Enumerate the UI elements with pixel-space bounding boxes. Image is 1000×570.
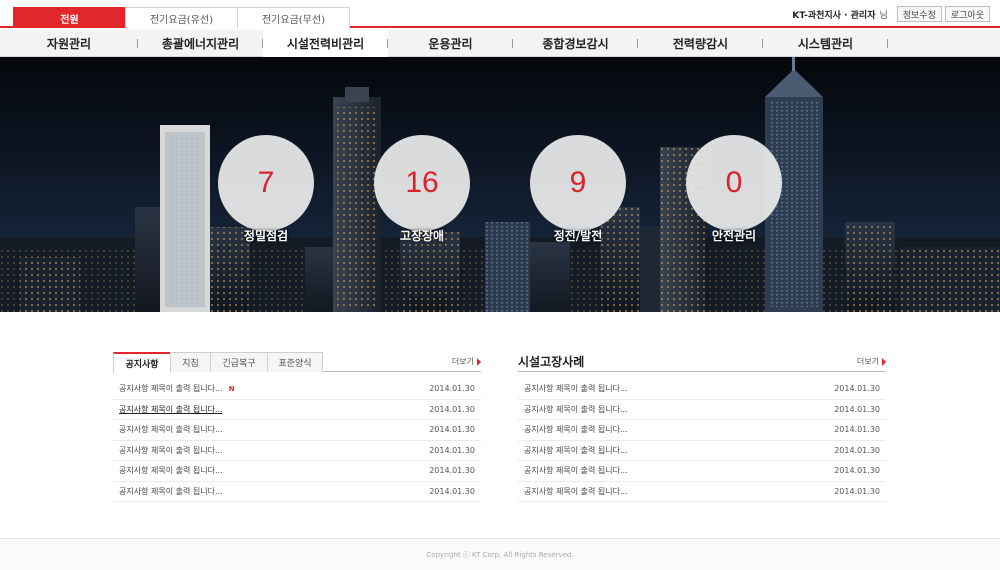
edit-info-button[interactable]: 정보수정 <box>896 6 942 22</box>
nav-item-alarm-monitor[interactable]: 종합경보감시 <box>513 30 638 57</box>
list-item-title: 공지사항 제목이 출력 됩니다... <box>524 466 628 476</box>
list-item[interactable]: 공지사항 제목이 출력 됩니다... N 2014.01.30 <box>113 379 481 400</box>
list-item-title: 공지사항 제목이 출력 됩니다... <box>524 486 628 496</box>
list-item-date: 2014.01.30 <box>429 404 475 414</box>
list-item[interactable]: 공지사항 제목이 출력 됩니다... 2014.01.30 <box>518 441 886 461</box>
list-item[interactable]: 공지사항 제목이 출력 됩니다... 2014.01.30 <box>518 400 886 420</box>
list-item-date: 2014.01.30 <box>429 445 475 455</box>
footer: Copyright ⓒ KT Corp. All Rights Reserved… <box>0 538 1000 570</box>
main-nav: 자원관리 총괄에너지관리 시설전력비관리 운용관리 종합경보감시 전력량감시 시… <box>0 30 1000 57</box>
list-item[interactable]: 공지사항 제목이 출력 됩니다... 2014.01.30 <box>113 441 481 461</box>
nav-item-resource[interactable]: 자원관리 <box>0 30 138 57</box>
tab-guideline[interactable]: 지침 <box>170 352 211 372</box>
list-item-date: 2014.01.30 <box>429 425 475 435</box>
list-item-date: 2014.01.30 <box>429 384 475 394</box>
list-item[interactable]: 공지사항 제목이 출력 됩니다... 2014.01.30 <box>113 461 481 482</box>
stat-inspection-label: 정밀점검 <box>243 229 289 243</box>
logout-button[interactable]: 로그아웃 <box>944 6 990 22</box>
tab-emergency-recovery[interactable]: 긴급복구 <box>210 352 268 372</box>
failure-cases-panel: 시설고장사례 더보기 공지사항 제목이 출력 됩니다... 2014.01.30… <box>518 352 886 502</box>
stat-failure-value: 16 <box>374 135 470 231</box>
stat-safety[interactable]: 0 안전관리 <box>686 135 782 248</box>
arrow-right-icon <box>477 357 481 366</box>
hero-banner: 7 정밀점검 16 고장장애 9 정전/발전 0 안전관리 <box>0 57 1000 312</box>
stat-safety-label: 안전관리 <box>711 229 757 243</box>
notice-tabs: 공지사항 지침 긴급복구 표준양식 더보기 <box>113 352 481 373</box>
notice-more-label: 더보기 <box>451 357 474 366</box>
stat-failure-label: 고장장애 <box>399 229 445 243</box>
nav-item-energy[interactable]: 총괄에너지관리 <box>138 30 263 57</box>
notice-list: 공지사항 제목이 출력 됩니다... N 2014.01.30 공지사항 제목이… <box>113 379 481 502</box>
list-item-title: 공지사항 제목이 출력 됩니다... <box>524 404 628 414</box>
notice-panel: 공지사항 지침 긴급복구 표준양식 더보기 공지사항 제목이 출력 됩니다...… <box>113 352 481 502</box>
list-item[interactable]: 공지사항 제목이 출력 됩니다... 2014.01.30 <box>518 420 886 441</box>
list-item-date: 2014.01.30 <box>429 486 475 496</box>
list-item-title: 공지사항 제목이 출력 됩니다... <box>119 425 223 435</box>
nav-item-system[interactable]: 시스템관리 <box>763 30 888 57</box>
user-suffix: 님 <box>879 10 888 21</box>
stat-safety-value: 0 <box>686 135 782 231</box>
list-item-title-wrap: 공지사항 제목이 출력 됩니다... N <box>119 383 234 394</box>
list-item-title: 공지사항 제목이 출력 됩니다... <box>119 445 223 455</box>
failure-cases-title: 시설고장사례 <box>518 355 585 369</box>
list-item-title: 공지사항 제목이 출력 됩니다... <box>524 384 628 394</box>
list-item-title: 공지사항 제목이 출력 됩니다... <box>119 486 223 496</box>
list-item-title: 공지사항 제목이 출력 됩니다... <box>119 384 223 394</box>
list-item-date: 2014.01.30 <box>834 425 880 435</box>
top-bar: 전원 전기요금(유선) 전기요금(무선) KT-과천지사 · 관리자 님 정보수… <box>0 0 1000 28</box>
list-item-date: 2014.01.30 <box>429 466 475 476</box>
cases-more-link[interactable]: 더보기 <box>857 356 886 367</box>
city-skyline-image <box>0 57 1000 312</box>
list-item[interactable]: 공지사항 제목이 출력 됩니다... 2014.01.30 <box>113 400 481 420</box>
list-item[interactable]: 공지사항 제목이 출력 됩니다... 2014.01.30 <box>113 420 481 441</box>
list-item[interactable]: 공지사항 제목이 출력 됩니다... 2014.01.30 <box>518 379 886 400</box>
stat-outage-label: 정전/발전 <box>553 229 603 243</box>
nav-item-operation[interactable]: 운용관리 <box>388 30 513 57</box>
tab-notice[interactable]: 공지사항 <box>113 352 171 373</box>
nav-item-facility-power-cost[interactable]: 시설전력비관리 <box>263 30 388 57</box>
top-tab-power[interactable]: 전원 <box>13 7 126 28</box>
tab-standard-form[interactable]: 표준양식 <box>267 352 323 372</box>
list-item[interactable]: 공지사항 제목이 출력 됩니다... 2014.01.30 <box>113 482 481 502</box>
failure-cases-header: 시설고장사례 더보기 <box>518 352 886 372</box>
stat-outage-value: 9 <box>530 135 626 231</box>
new-badge: N <box>228 384 235 393</box>
list-item-date: 2014.01.30 <box>834 466 880 476</box>
list-item-title: 공지사항 제목이 출력 됩니다... <box>524 445 628 455</box>
cases-more-label: 더보기 <box>856 357 879 366</box>
list-item-date: 2014.01.30 <box>834 486 880 496</box>
top-tab-wireless-bill[interactable]: 전기요금(무선) <box>237 7 350 28</box>
list-item-date: 2014.01.30 <box>834 384 880 394</box>
user-name: KT-과천지사 · 관리자 <box>792 10 876 21</box>
stat-failure[interactable]: 16 고장장애 <box>374 135 470 248</box>
notice-more-link[interactable]: 더보기 <box>452 356 481 367</box>
list-item[interactable]: 공지사항 제목이 출력 됩니다... 2014.01.30 <box>518 482 886 502</box>
user-area: KT-과천지사 · 관리자 님 정보수정 로그아웃 <box>792 6 990 22</box>
arrow-right-icon <box>882 357 886 366</box>
list-item-title: 공지사항 제목이 출력 됩니다... <box>119 404 223 414</box>
top-tab-wired-bill[interactable]: 전기요금(유선) <box>125 7 238 28</box>
list-item[interactable]: 공지사항 제목이 출력 됩니다... 2014.01.30 <box>518 461 886 482</box>
nav-item-power-monitor[interactable]: 전력량감시 <box>638 30 763 57</box>
stat-outage[interactable]: 9 정전/발전 <box>530 135 626 248</box>
top-tabs: 전원 전기요금(유선) 전기요금(무선) <box>13 7 350 28</box>
list-item-title: 공지사항 제목이 출력 됩니다... <box>119 466 223 476</box>
copyright-text: Copyright ⓒ KT Corp. All Rights Reserved… <box>426 550 574 559</box>
list-item-date: 2014.01.30 <box>834 445 880 455</box>
stat-inspection-value: 7 <box>218 135 314 231</box>
list-item-date: 2014.01.30 <box>834 404 880 414</box>
list-item-title: 공지사항 제목이 출력 됩니다... <box>524 425 628 435</box>
failure-cases-list: 공지사항 제목이 출력 됩니다... 2014.01.30 공지사항 제목이 출… <box>518 379 886 502</box>
stat-inspection[interactable]: 7 정밀점검 <box>218 135 314 248</box>
